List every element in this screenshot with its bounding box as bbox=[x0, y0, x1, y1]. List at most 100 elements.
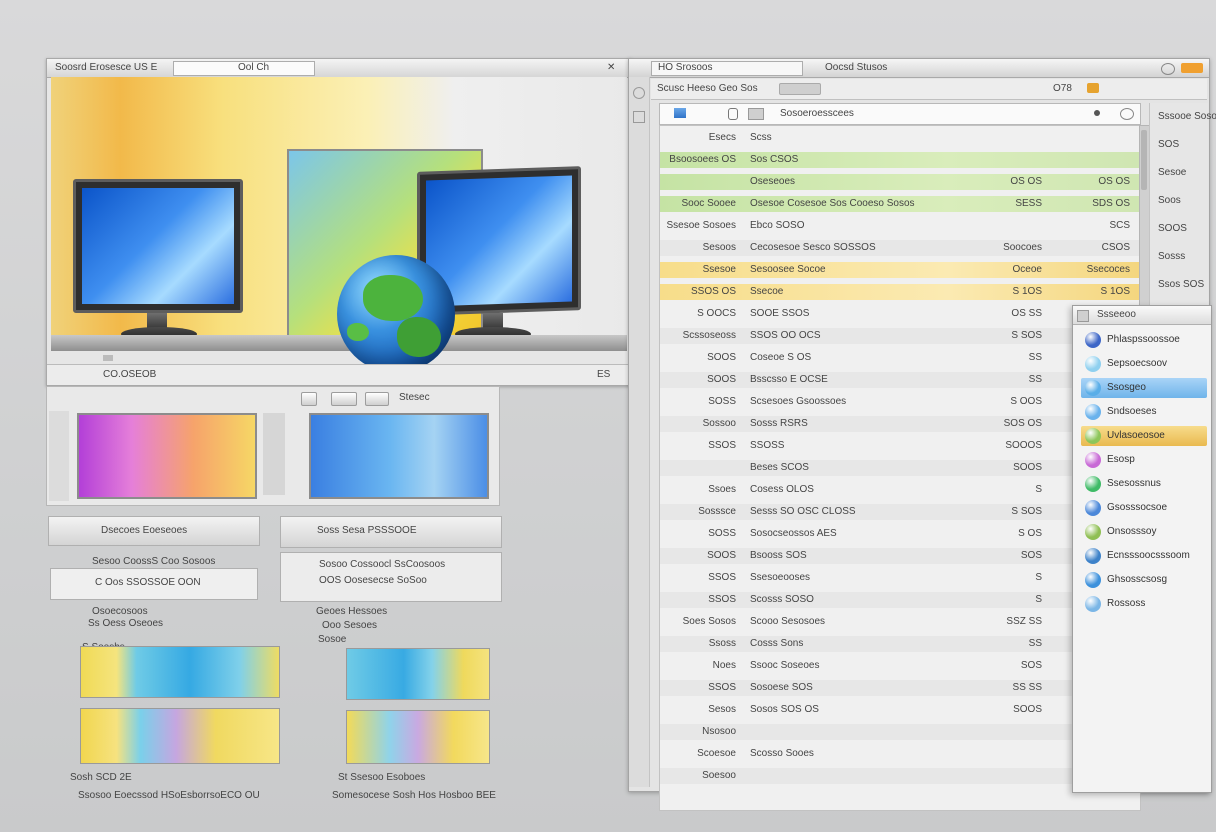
side-item[interactable]: Sesoe bbox=[1158, 167, 1186, 179]
side-item[interactable]: SOS bbox=[1158, 139, 1179, 151]
table-row[interactable]: Bsoosoees OS Sos CSOS bbox=[660, 152, 1140, 168]
table-row[interactable]: Soesoo bbox=[660, 768, 1140, 784]
table-cell-c2: Scsesoes Gsoossoes bbox=[750, 396, 847, 407]
table-cell-c1: Soesoo bbox=[702, 770, 736, 781]
popup-menu-item[interactable]: Gsosssocsoe bbox=[1081, 498, 1207, 518]
popup-menu-item[interactable]: Uvlasoeosoe bbox=[1081, 426, 1207, 446]
browser-title: Oocsd Stusos bbox=[825, 62, 888, 73]
popup-menu: Ssseeoo Phlaspssoossoe Sepsoecsoov Ssosgeo… bbox=[1072, 305, 1212, 793]
table-row[interactable]: SSOS SSOSS SOOOS bbox=[660, 438, 1140, 454]
table-cell-c1: Scoesoe bbox=[697, 748, 736, 759]
table-row[interactable]: S OOCSSOOE SSOSOS SSODS bbox=[660, 306, 1140, 322]
stand-foot-icon bbox=[103, 355, 113, 361]
popup-menu-item[interactable]: Sndsoeses bbox=[1081, 402, 1207, 422]
layer-right-strip-1[interactable] bbox=[346, 648, 490, 700]
popup-menu-item[interactable]: Ecnsssoocsssoom bbox=[1081, 546, 1207, 566]
layer-strip-2[interactable] bbox=[80, 708, 280, 764]
side-item[interactable]: SOOS bbox=[1158, 223, 1187, 235]
table-cell-c1: Sesoos bbox=[702, 242, 736, 253]
thumbnail-gradient-purple[interactable] bbox=[77, 413, 257, 499]
table-row[interactable]: Oseseoes OS OS OS OS bbox=[660, 174, 1140, 190]
table-cell-c3: SS SS bbox=[1012, 682, 1042, 693]
toolbar-slider[interactable] bbox=[779, 83, 821, 95]
table-row[interactable]: Ssesoe Sosoes Ebco SOSO SCS bbox=[660, 218, 1140, 234]
popup-menu-item[interactable]: Sepsoecsoov bbox=[1081, 354, 1207, 374]
popup-header[interactable]: Ssseeoo bbox=[1073, 306, 1211, 325]
layer-right-strip-2[interactable] bbox=[346, 710, 490, 764]
table-row[interactable]: Sosssce Sesss SO OSC CLOSS S SOS bbox=[660, 504, 1140, 520]
browser-toolbar: Scusc Heeso Geo Sos O78 bbox=[651, 79, 1207, 100]
table-row[interactable]: SOOS Bsooss SOS SOS bbox=[660, 548, 1140, 564]
table-row[interactable]: SSOS Ssesoeooses S bbox=[660, 570, 1140, 586]
thumbnail-gradient-blue[interactable] bbox=[309, 413, 489, 499]
menu-item-label: Ecnsssoocsssoom bbox=[1107, 550, 1190, 561]
table-row[interactable]: Sesoos Cecosesoe Sesco SOSSOS Soocoes CSOS bbox=[660, 240, 1140, 256]
caption-left: Ssosoo Eoecssod HSoEsborrsoECO OU bbox=[78, 790, 260, 801]
table-row[interactable]: SOSS Sosocseossos AES S OS bbox=[660, 526, 1140, 542]
browser-tab[interactable]: HO Srosoos bbox=[651, 61, 803, 76]
table-row[interactable]: Ssoes Cosess OLOS S bbox=[660, 482, 1140, 498]
table-cell-c2: Cosss Sons bbox=[750, 638, 804, 649]
table-cell-c1: SSOS bbox=[708, 572, 736, 583]
popup-menu-item[interactable]: Esosp bbox=[1081, 450, 1207, 470]
preview-tab[interactable]: Ool Ch bbox=[173, 61, 315, 76]
browser-titlebar[interactable]: HO Srosoos Oocsd Stusos bbox=[629, 59, 1209, 78]
table-row[interactable]: SSOS Sosoese SOS SS SS bbox=[660, 680, 1140, 696]
table-row[interactable]: Noes Ssooc Soseoes SOS bbox=[660, 658, 1140, 674]
clear-icon[interactable] bbox=[1120, 108, 1134, 120]
scrollbar-thumb[interactable] bbox=[1141, 130, 1147, 190]
layer-field-left[interactable]: C Oos SSOSSOE OON bbox=[50, 568, 258, 600]
table-row[interactable]: Soes Sosos Scooo Sesosoes SSZ SS bbox=[660, 614, 1140, 630]
table-row[interactable]: Scssoseoss SSOS OO OCS S SOS bbox=[660, 328, 1140, 344]
preview-titlebar[interactable]: Soosrd Erosesce US E Ool Ch ✕ bbox=[47, 59, 631, 78]
view-icon[interactable] bbox=[748, 108, 764, 120]
table-row[interactable]: Nsosoo bbox=[660, 724, 1140, 740]
side-item[interactable]: Soos bbox=[1158, 195, 1181, 207]
search-icon[interactable] bbox=[1094, 110, 1100, 116]
table-row[interactable]: Esecs Scss bbox=[660, 130, 1140, 146]
popup-menu-item[interactable]: Ssosgeo bbox=[1081, 378, 1207, 398]
popup-menu-item[interactable]: Rossoss bbox=[1081, 594, 1207, 614]
layer-field-right[interactable]: Sosoo Cossoocl SsCoosoos OOS Oosesecse S… bbox=[280, 552, 502, 602]
frame-icon[interactable] bbox=[365, 392, 389, 406]
popup-menu-item[interactable]: Ghsosscsosg bbox=[1081, 570, 1207, 590]
layer-panel-right-bar[interactable]: Soss Sesa PSSSOOE bbox=[280, 516, 502, 548]
table-row[interactable]: Ssoss Cosss Sons SS bbox=[660, 636, 1140, 652]
back-icon[interactable] bbox=[633, 87, 645, 99]
minimize-icon[interactable] bbox=[1161, 63, 1175, 75]
table-row[interactable]: SSOS OS Ssecoe S 1OS S 1OS bbox=[660, 284, 1140, 300]
table-cell-c1: SOOS bbox=[707, 374, 736, 385]
table-row[interactable]: Scoesoe Scosso Sooes bbox=[660, 746, 1140, 762]
popup-menu-item[interactable]: Ssesossnus bbox=[1081, 474, 1207, 494]
rotate-icon[interactable] bbox=[301, 392, 317, 406]
layer-line-1: Sesoo CoossS Coo Sosoos bbox=[92, 556, 216, 567]
popup-menu-item[interactable]: Onsosssoy bbox=[1081, 522, 1207, 542]
close-icon[interactable]: ✕ bbox=[607, 62, 615, 74]
table-row[interactable]: SOOS Bsscsso E OCSE SS bbox=[660, 372, 1140, 388]
layer-strip-1[interactable] bbox=[80, 646, 280, 698]
table-row[interactable]: Ssesoe Sesoosee Socoe Oceoe Ssecoces bbox=[660, 262, 1140, 278]
table-row[interactable]: Sooc Sooee Osesoe Cosesoe Sos Cooeso Soso… bbox=[660, 196, 1140, 212]
table-row[interactable]: Sesos Sosos SOS OS SOOS bbox=[660, 702, 1140, 718]
table-row[interactable]: SOOS Coseoe S OS SS bbox=[660, 350, 1140, 366]
page-icon[interactable] bbox=[633, 111, 645, 123]
table-row[interactable]: SSOS Scosss SOSO S bbox=[660, 592, 1140, 608]
copy-icon[interactable] bbox=[331, 392, 357, 406]
table-row[interactable]: Beses SCOS SOOS bbox=[660, 460, 1140, 476]
layer-panel-left-bar[interactable]: Dsecoes Eoeseoes bbox=[48, 516, 260, 546]
side-item[interactable]: Sosss bbox=[1158, 251, 1185, 263]
close-icon[interactable] bbox=[1181, 63, 1203, 73]
table-row[interactable]: Sossoo Sosss RSRS SOS OS bbox=[660, 416, 1140, 432]
table-row[interactable]: SOSS Scsesoes Gsoossoes S OOS bbox=[660, 394, 1140, 410]
table-cell-c1: Ssesoe Sosoes bbox=[666, 220, 737, 231]
popup-menu-item[interactable]: Phlaspssoossoe bbox=[1081, 330, 1207, 350]
search-bar[interactable]: Sosoeroesscees bbox=[659, 103, 1141, 125]
status-right: ES bbox=[597, 369, 611, 380]
side-item[interactable]: Ssos SOS bbox=[1158, 279, 1204, 291]
table-cell-c3: SS bbox=[1028, 352, 1042, 363]
thumbnail-sidebar[interactable] bbox=[49, 411, 69, 501]
search-input[interactable]: Sosoeroesscees bbox=[780, 108, 854, 120]
table-cell-c3: SESS bbox=[1015, 198, 1042, 209]
status-badge[interactable] bbox=[1087, 83, 1099, 93]
side-item[interactable]: Sssooe Sosoes bbox=[1158, 111, 1216, 123]
